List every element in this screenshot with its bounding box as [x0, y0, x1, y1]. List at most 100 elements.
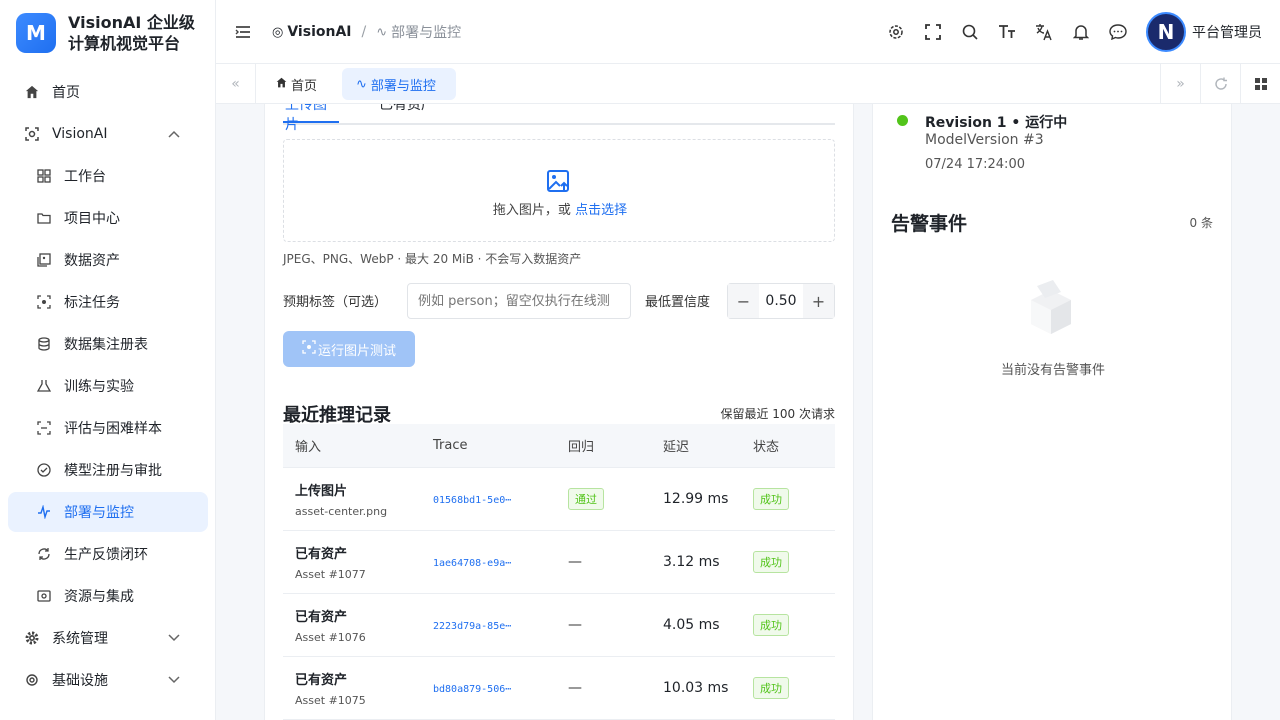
sidebar-nav: 首页 VisionAI 工作台 项目中心 数据资产 标注任务 数据集注册表 训练… — [8, 72, 208, 702]
row-input: 已有资产 — [295, 673, 348, 688]
increase-button[interactable]: + — [803, 284, 834, 318]
bell-icon[interactable] — [1069, 20, 1093, 44]
tabs-scroll-left-icon[interactable]: « — [216, 64, 256, 104]
row-input: 已有资产 — [295, 610, 348, 625]
sidebar-item-label: 基础设施 — [52, 673, 108, 689]
expected-label-label: 预期标签（可选） — [283, 295, 388, 310]
latency-value: 4.05 ms — [663, 617, 720, 633]
sidebar-item-label: 数据集注册表 — [64, 337, 148, 353]
sidebar-item-infra[interactable]: 基础设施 — [8, 660, 208, 700]
sidebar-item-label: 项目中心 — [64, 211, 120, 227]
column-header: 回归 — [568, 440, 595, 455]
sidebar-item-label: 训练与实验 — [64, 379, 134, 395]
table-row[interactable]: 已有资产 Asset #1075 bd80a879-506⋯ — 10.03 ms… — [283, 657, 835, 720]
search-icon[interactable] — [958, 20, 982, 44]
database-icon — [36, 336, 52, 352]
chevron-up-icon — [168, 126, 180, 142]
alerts-title: 告警事件 — [891, 213, 968, 235]
dropzone-text: 拖入图片，或 点击选择 — [284, 199, 836, 218]
home-icon — [276, 77, 287, 92]
gear-icon — [24, 630, 40, 646]
dropzone-instruction: 拖入图片，或 — [492, 203, 576, 218]
status-badge: 成功 — [753, 614, 789, 636]
font-size-icon[interactable] — [995, 20, 1019, 44]
row-input: 已有资产 — [295, 547, 348, 562]
experiment-icon — [36, 378, 52, 394]
activity-icon — [36, 504, 52, 520]
status-badge: 成功 — [753, 551, 789, 573]
tab-upload-image[interactable]: 上传图片 — [283, 104, 339, 133]
sidebar-item-annotation[interactable]: 标注任务 — [8, 282, 208, 322]
refresh-icon[interactable] — [1200, 64, 1240, 104]
translate-icon[interactable] — [1032, 20, 1056, 44]
recent-records-note: 保留最近 100 次请求 — [720, 407, 835, 421]
user-menu[interactable]: N 平台管理员 — [1146, 12, 1262, 52]
tab-home[interactable]: 首页 — [262, 68, 331, 100]
sidebar-item-dataset-registry[interactable]: 数据集注册表 — [8, 324, 208, 364]
brand[interactable]: M VisionAI 企业级计算机视觉平台 — [16, 12, 208, 54]
breadcrumb-root[interactable]: ◎ VisionAI — [272, 24, 352, 40]
status-badge: 成功 — [753, 488, 789, 510]
table-row[interactable]: 已有资产 Asset #1077 1ae64708-e9a⋯ — 3.12 ms … — [283, 531, 835, 594]
sidebar-item-feedback[interactable]: 生产反馈闭环 — [8, 534, 208, 574]
expected-label-input[interactable] — [407, 283, 631, 319]
click-select-link[interactable]: 点击选择 — [575, 203, 627, 218]
sidebar-item-home[interactable]: 首页 — [8, 72, 208, 112]
chevron-down-icon — [168, 630, 180, 646]
revision-time: 07/24 17:24:00 — [925, 157, 1025, 172]
activity-icon: ∿ — [376, 24, 388, 40]
table-row[interactable]: 上传图片 asset-center.png 01568bd1-5e0⋯ 通过 12… — [283, 468, 835, 531]
menu-toggle-icon[interactable] — [234, 22, 252, 42]
chat-icon[interactable] — [1106, 20, 1130, 44]
sidebar-item-workbench[interactable]: 工作台 — [8, 156, 208, 196]
trace-id[interactable]: 2223d79a-85e⋯ — [433, 621, 511, 632]
row-input-source: asset-center.png — [295, 505, 388, 518]
scan-icon — [302, 340, 316, 358]
sidebar-item-resources[interactable]: 资源与集成 — [8, 576, 208, 616]
sidebar-item-label: 模型注册与审批 — [64, 463, 162, 479]
column-header: Trace — [433, 438, 468, 453]
sidebar-item-label: 部署与监控 — [64, 505, 134, 521]
tab-deploy[interactable]: ∿ 部署与监控 — [342, 68, 456, 100]
image-dropzone[interactable]: 拖入图片，或 点击选择 — [283, 139, 835, 242]
sidebar-item-label: 工作台 — [64, 169, 106, 185]
grid-menu-icon[interactable] — [1240, 64, 1280, 104]
avatar: N — [1146, 12, 1186, 52]
tabs-scroll-right-icon[interactable]: » — [1160, 64, 1200, 104]
tab-deploy-label: 部署与监控 — [370, 78, 436, 94]
sidebar-item-label: 标注任务 — [64, 295, 120, 311]
sidebar: M VisionAI 企业级计算机视觉平台 首页 VisionAI 工作台 项目… — [0, 0, 216, 720]
sidebar-item-system[interactable]: 系统管理 — [8, 618, 208, 658]
sidebar-item-visionai[interactable]: VisionAI — [8, 114, 208, 154]
latency-value: 3.12 ms — [663, 554, 720, 570]
deployment-status-card: Revision 1 • 运行中 ModelVersion #3 07/24 1… — [872, 104, 1232, 720]
top-header: ◎ VisionAI / ∿ 部署与监控 N 平台管理员 — [216, 0, 1280, 64]
loop-icon — [36, 546, 52, 562]
regression-value: — — [568, 680, 582, 696]
column-header: 状态 — [753, 440, 780, 455]
fullscreen-icon[interactable] — [921, 20, 945, 44]
run-image-test-button[interactable]: 运行图片测试 — [283, 331, 415, 367]
trace-id[interactable]: 01568bd1-5e0⋯ — [433, 495, 511, 506]
sidebar-item-projects[interactable]: 项目中心 — [8, 198, 208, 238]
scan-icon — [36, 294, 52, 310]
confidence-value[interactable]: 0.50 — [759, 284, 803, 318]
sidebar-item-data-assets[interactable]: 数据资产 — [8, 240, 208, 280]
user-name: 平台管理员 — [1192, 25, 1262, 41]
sidebar-item-model-registry[interactable]: 模型注册与审批 — [8, 450, 208, 490]
table-row[interactable]: 已有资产 Asset #1076 2223d79a-85e⋯ — 4.05 ms … — [283, 594, 835, 657]
trace-id[interactable]: 1ae64708-e9a⋯ — [433, 558, 511, 569]
image-stack-icon — [36, 252, 52, 268]
decrease-button[interactable]: − — [728, 284, 759, 318]
page-tabs-bar: « 首页 ∿ 部署与监控 » — [216, 64, 1280, 104]
regression-badge: 通过 — [568, 488, 604, 510]
sidebar-item-training[interactable]: 训练与实验 — [8, 366, 208, 406]
settings-icon[interactable] — [884, 20, 908, 44]
vision-icon: ◎ — [272, 24, 284, 40]
regression-value: — — [568, 554, 582, 570]
trace-id[interactable]: bd80a879-506⋯ — [433, 684, 511, 695]
sidebar-item-deploy[interactable]: 部署与监控 — [8, 492, 208, 532]
tab-existing-asset[interactable]: 已有资产 — [379, 104, 435, 123]
min-confidence-label: 最低置信度 — [645, 295, 711, 310]
sidebar-item-evaluation[interactable]: 评估与困难样本 — [8, 408, 208, 448]
